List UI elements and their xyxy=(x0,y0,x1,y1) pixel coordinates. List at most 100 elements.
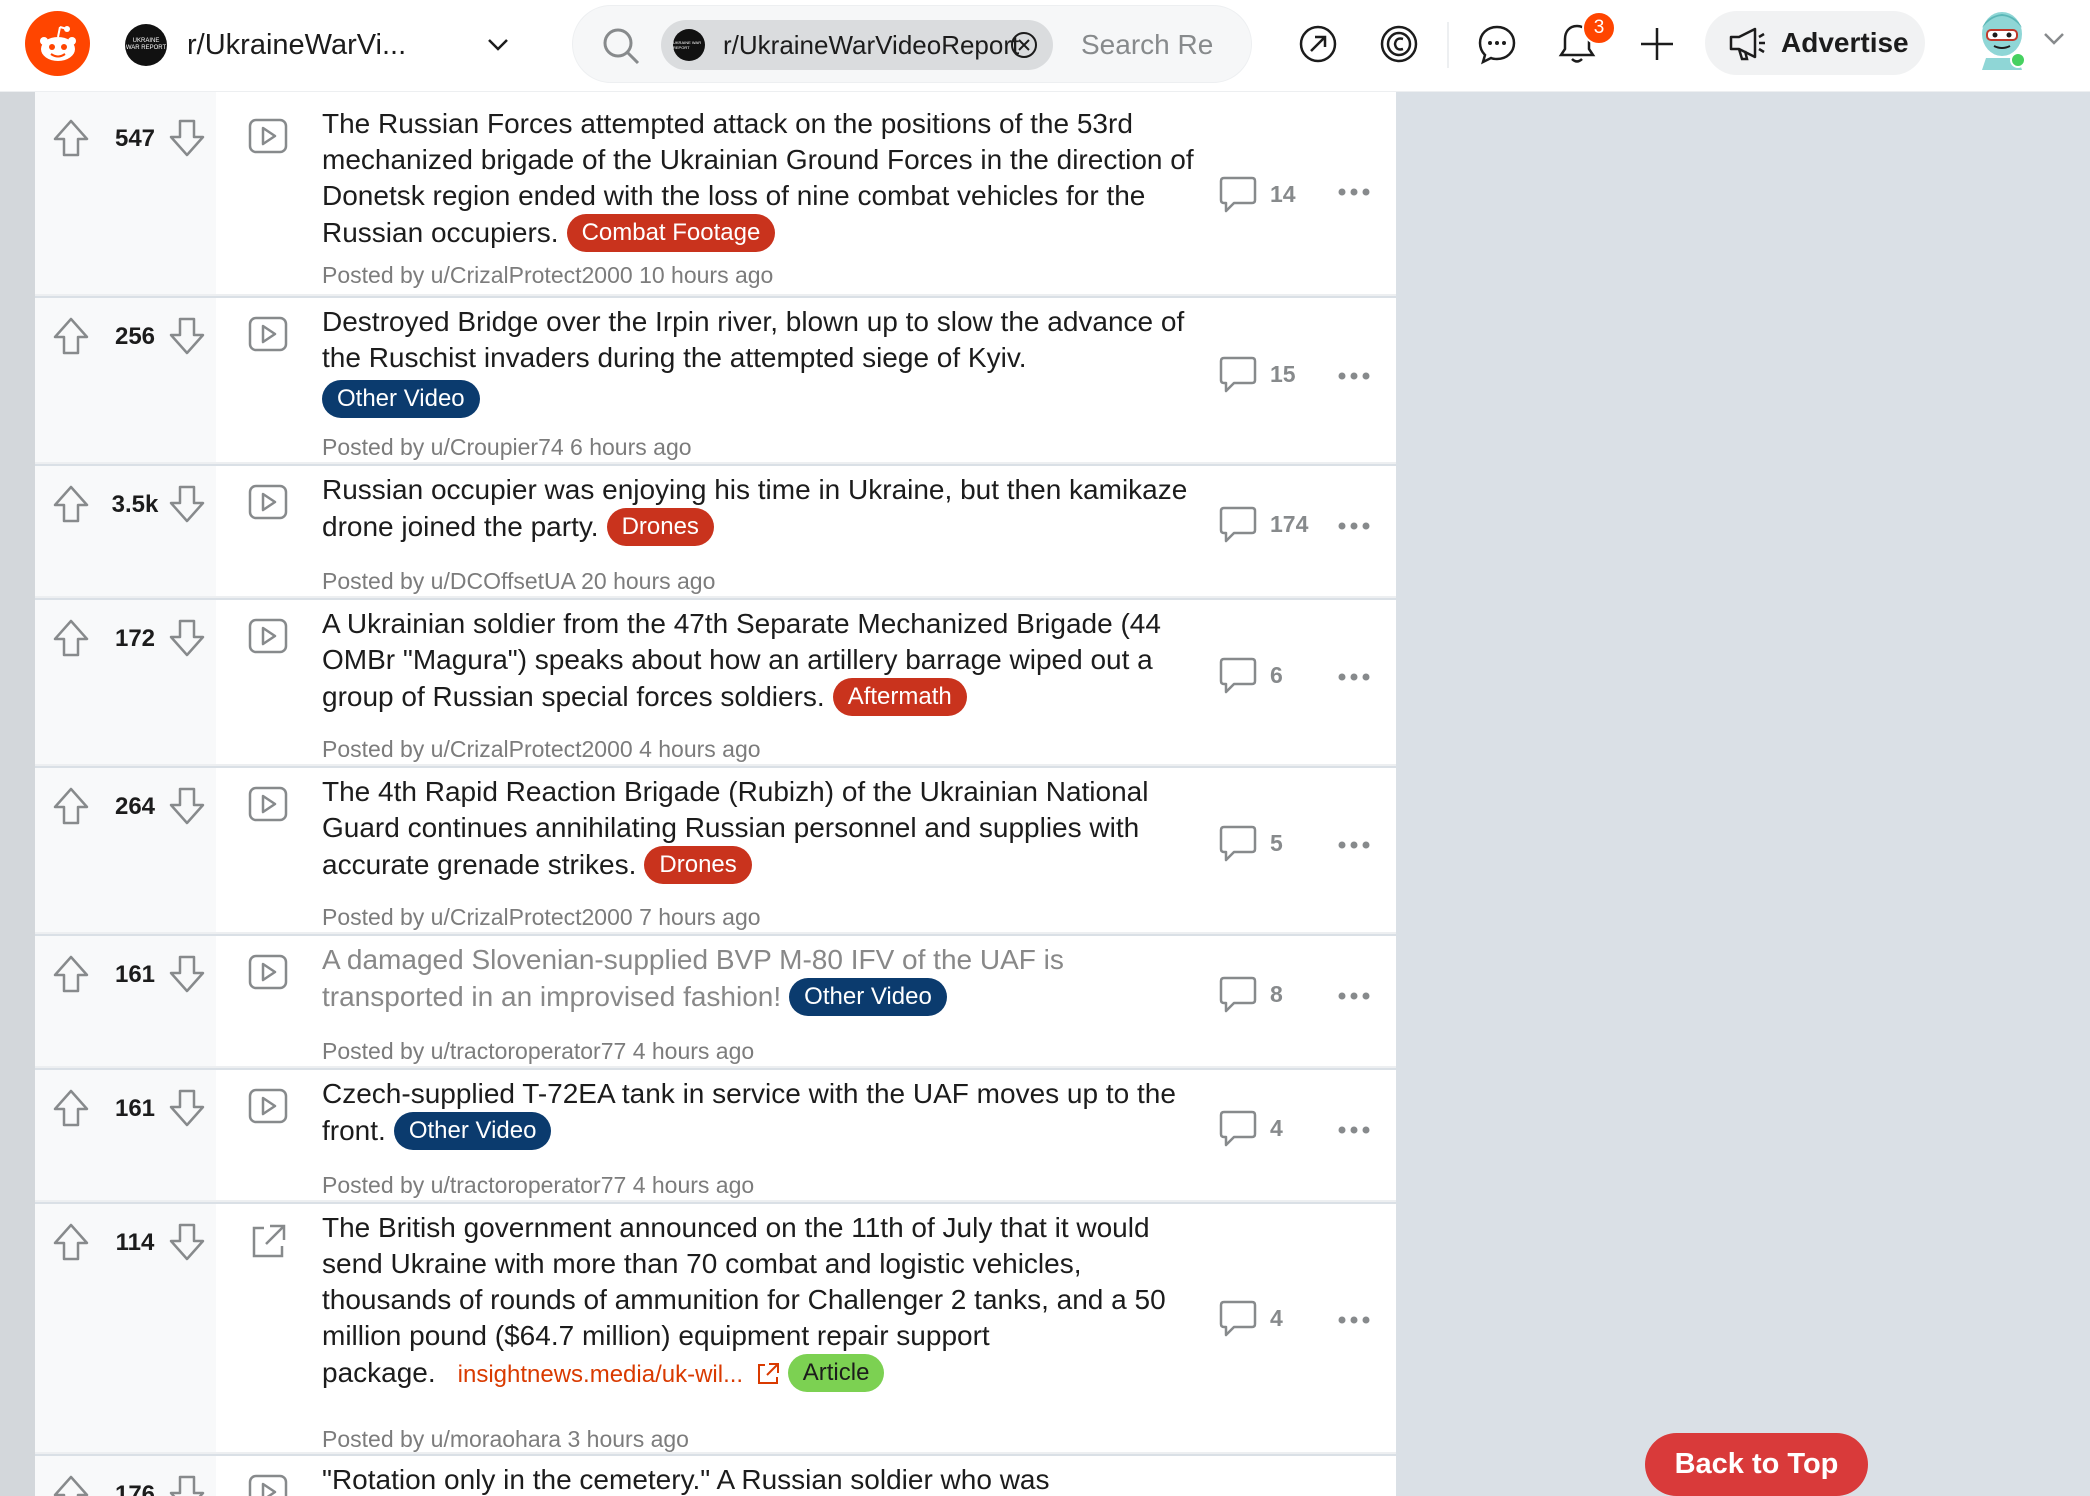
more-options-icon[interactable] xyxy=(1337,1315,1371,1325)
back-to-top-button[interactable]: Back to Top xyxy=(1645,1433,1868,1496)
post-title[interactable]: The Russian Forces attempted attack on t… xyxy=(322,106,1202,252)
post-title[interactable]: A Ukrainian soldier from the 47th Separa… xyxy=(322,606,1202,716)
post-title[interactable]: Destroyed Bridge over the Irpin river, b… xyxy=(322,304,1202,418)
upvote-icon[interactable] xyxy=(51,1088,91,1128)
post-card[interactable]: 161 A damaged Slovenian-supplied BVP M-8… xyxy=(35,936,1396,1068)
comments-button[interactable]: 174 xyxy=(1218,504,1308,544)
post-card[interactable]: 114 The British government announced on … xyxy=(35,1204,1396,1454)
post-title-text[interactable]: Destroyed Bridge over the Irpin river, b… xyxy=(322,306,1184,373)
post-flair[interactable]: Combat Footage xyxy=(566,214,776,252)
post-title-text[interactable]: A damaged Slovenian-supplied BVP M-80 IF… xyxy=(322,944,1064,1012)
upvote-icon[interactable] xyxy=(51,316,91,356)
upvote-icon[interactable] xyxy=(51,1474,91,1496)
external-link-icon xyxy=(757,1363,779,1384)
search-bar[interactable]: UKRAINE WAR REPORT r/UkraineWarVideoRepo… xyxy=(572,5,1252,83)
search-subreddit-chip[interactable]: UKRAINE WAR REPORT r/UkraineWarVideoRepo… xyxy=(661,20,1053,70)
chevron-down-icon[interactable] xyxy=(2042,26,2066,50)
post-flair[interactable]: Other Video xyxy=(393,1112,552,1150)
post-flair[interactable]: Aftermath xyxy=(832,678,967,716)
comment-icon xyxy=(1219,825,1257,862)
post-author[interactable]: Posted by u/tractoroperator77 xyxy=(322,1172,626,1198)
external-link[interactable]: insightnews.media/uk-wil... xyxy=(458,1361,780,1388)
downvote-icon[interactable] xyxy=(167,954,207,994)
post-author[interactable]: Posted by u/CrizalProtect2000 xyxy=(322,736,633,762)
post-author[interactable]: Posted by u/CrizalProtect2000 xyxy=(322,904,633,930)
advertise-button[interactable]: Advertise xyxy=(1705,11,1925,75)
more-options-icon[interactable] xyxy=(1337,672,1371,682)
post-title-text[interactable]: Russian occupier was enjoying his time i… xyxy=(322,474,1187,542)
post-title[interactable]: The 4th Rapid Reaction Brigade (Rubizh) … xyxy=(322,774,1202,884)
subreddit-dropdown[interactable]: UKRAINE WAR REPORT r/UkraineWarVi... xyxy=(125,17,525,73)
upvote-icon[interactable] xyxy=(51,786,91,826)
video-play-icon[interactable] xyxy=(248,1088,288,1124)
downvote-icon[interactable] xyxy=(167,484,207,524)
upvote-icon[interactable] xyxy=(51,484,91,524)
downvote-icon[interactable] xyxy=(167,1222,207,1262)
more-options-icon[interactable] xyxy=(1337,1125,1371,1135)
video-play-icon[interactable] xyxy=(248,118,288,154)
downvote-icon[interactable] xyxy=(167,1088,207,1128)
post-card[interactable]: 264 The 4th Rapid Reaction Brigade (Rubi… xyxy=(35,768,1396,934)
post-title-text[interactable]: A Ukrainian soldier from the 47th Separa… xyxy=(322,608,1161,712)
post-card[interactable]: 172 A Ukrainian soldier from the 47th Se… xyxy=(35,600,1396,766)
external-link-text[interactable]: insightnews.media/uk-wil... xyxy=(458,1361,743,1388)
comments-button[interactable]: 5 xyxy=(1218,823,1283,863)
comments-button[interactable]: 6 xyxy=(1218,655,1283,695)
post-card[interactable]: 176 "Rotation only in the cemetery." A R… xyxy=(35,1456,1396,1496)
downvote-icon[interactable] xyxy=(167,618,207,658)
external-link-icon[interactable] xyxy=(248,1222,288,1262)
upvote-icon[interactable] xyxy=(51,118,91,158)
post-card[interactable]: 3.5k Russian occupier was enjoying his t… xyxy=(35,466,1396,598)
close-icon[interactable] xyxy=(1009,30,1039,60)
more-options-icon[interactable] xyxy=(1337,991,1371,1001)
comments-button[interactable]: 15 xyxy=(1218,354,1296,394)
post-author[interactable]: Posted by u/moraohara xyxy=(322,1426,561,1452)
post-title[interactable]: A damaged Slovenian-supplied BVP M-80 IF… xyxy=(322,942,1202,1016)
upvote-icon[interactable] xyxy=(51,1222,91,1262)
post-title[interactable]: Czech-supplied T-72EA tank in service wi… xyxy=(322,1076,1202,1150)
video-play-icon[interactable] xyxy=(248,484,288,520)
more-options-icon[interactable] xyxy=(1337,521,1371,531)
downvote-icon[interactable] xyxy=(167,786,207,826)
downvote-icon[interactable] xyxy=(167,118,207,158)
post-card[interactable]: 547 The Russian Forces attempted attack … xyxy=(35,92,1396,296)
post-flair[interactable]: Article xyxy=(787,1354,885,1392)
popular-arrow-icon[interactable] xyxy=(1294,20,1342,68)
post-author[interactable]: Posted by u/Croupier74 xyxy=(322,434,564,460)
downvote-icon[interactable] xyxy=(167,316,207,356)
upvote-icon[interactable] xyxy=(51,954,91,994)
more-options-icon[interactable] xyxy=(1337,840,1371,850)
downvote-icon[interactable] xyxy=(167,1474,207,1496)
post-card[interactable]: 256 Destroyed Bridge over the Irpin rive… xyxy=(35,298,1396,464)
video-play-icon[interactable] xyxy=(248,786,288,822)
post-title-text[interactable]: "Rotation only in the cemetery." A Russi… xyxy=(322,1464,1050,1495)
search-input[interactable] xyxy=(1081,26,1231,64)
coins-icon[interactable] xyxy=(1375,20,1423,68)
comment-count: 15 xyxy=(1270,360,1296,387)
more-options-icon[interactable] xyxy=(1337,371,1371,381)
post-card[interactable]: 161 Czech-supplied T-72EA tank in servic… xyxy=(35,1070,1396,1202)
post-flair[interactable]: Other Video xyxy=(789,978,947,1016)
comments-button[interactable]: 4 xyxy=(1218,1108,1283,1148)
more-options-icon[interactable] xyxy=(1337,187,1371,197)
plus-icon[interactable] xyxy=(1633,20,1681,68)
video-play-icon[interactable] xyxy=(248,1474,288,1496)
video-play-icon[interactable] xyxy=(248,954,288,990)
comments-button[interactable]: 8 xyxy=(1218,974,1283,1014)
post-author[interactable]: Posted by u/tractoroperator77 xyxy=(322,1038,626,1064)
post-author[interactable]: Posted by u/DCOffsetUA xyxy=(322,568,575,594)
chat-icon[interactable] xyxy=(1473,20,1521,68)
post-flair[interactable]: Other Video xyxy=(322,380,480,418)
upvote-icon[interactable] xyxy=(51,618,91,658)
post-title[interactable]: The British government announced on the … xyxy=(322,1210,1202,1393)
post-author[interactable]: Posted by u/CrizalProtect2000 xyxy=(322,262,633,288)
post-flair[interactable]: Drones xyxy=(644,846,752,884)
comments-button[interactable]: 4 xyxy=(1218,1298,1283,1338)
post-title[interactable]: "Rotation only in the cemetery." A Russi… xyxy=(322,1462,1202,1496)
comments-button[interactable]: 14 xyxy=(1218,174,1296,214)
post-flair[interactable]: Drones xyxy=(606,508,714,546)
reddit-logo-icon[interactable] xyxy=(25,11,90,76)
post-title[interactable]: Russian occupier was enjoying his time i… xyxy=(322,472,1202,546)
video-play-icon[interactable] xyxy=(248,618,288,654)
video-play-icon[interactable] xyxy=(248,316,288,352)
